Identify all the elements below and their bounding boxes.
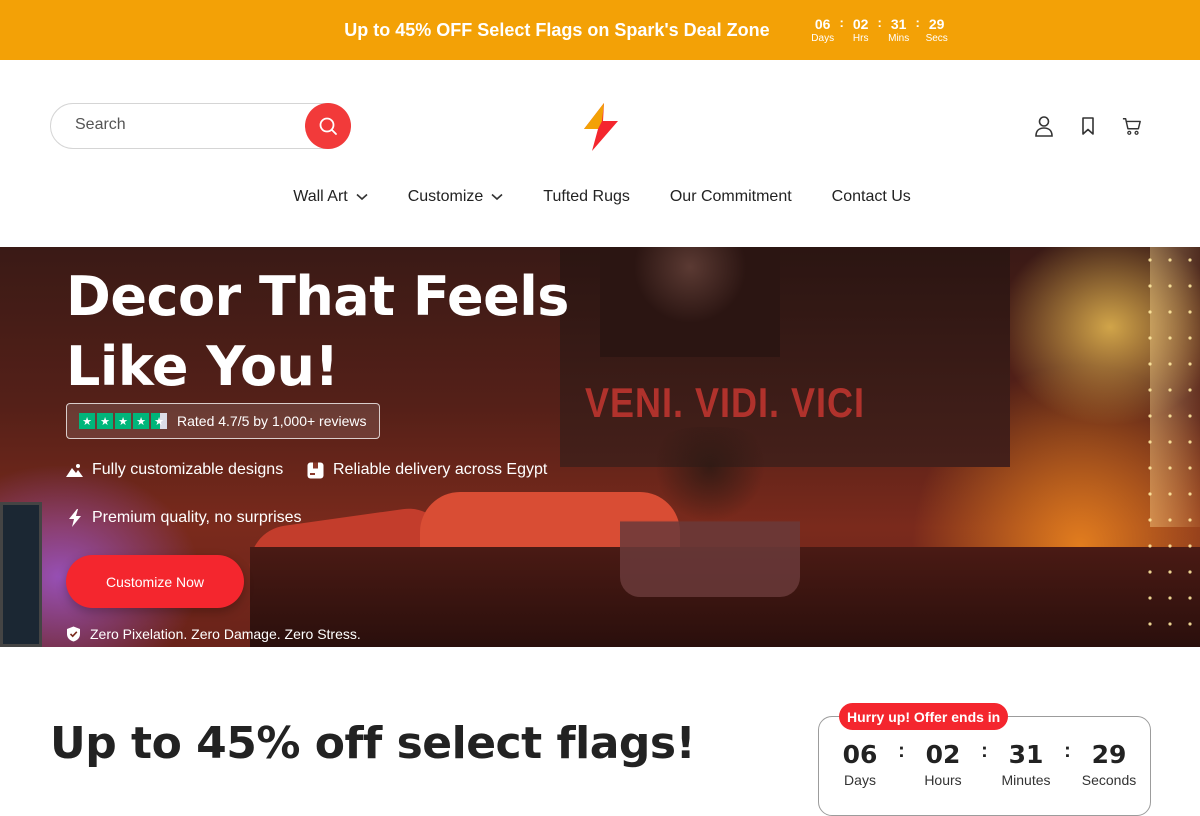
trustpilot-stars: ★ ★ ★ ★ ★ xyxy=(79,413,167,429)
user-icon xyxy=(1035,116,1053,137)
cart-button[interactable] xyxy=(1122,115,1142,137)
nav-item-label: Wall Art xyxy=(293,188,348,205)
feature-delivery: Reliable delivery across Egypt xyxy=(307,461,547,479)
countdown-hours: 02 Hrs xyxy=(846,15,876,45)
lightning-icon xyxy=(66,509,83,527)
countdown-days: 06 Days xyxy=(808,15,838,45)
countdown-separator: : xyxy=(1064,740,1071,762)
hero-person xyxy=(620,427,800,597)
nav-item-label: Our Commitment xyxy=(669,188,792,205)
sale-countdown: 06 Days : 02 Hours : 31 Minutes : 29 Sec… xyxy=(826,740,1144,788)
chevron-down-icon xyxy=(356,193,368,201)
feature-text: Fully customizable designs xyxy=(92,461,284,478)
countdown-separator: : xyxy=(898,740,905,762)
star-icon: ★ xyxy=(97,413,113,429)
countdown-value: 02 xyxy=(852,16,869,32)
countdown-minutes: 31 Minutes xyxy=(992,740,1060,788)
countdown-label: Days xyxy=(811,33,835,44)
wishlist-button[interactable] xyxy=(1078,115,1098,137)
nav-item-customize[interactable]: Customize xyxy=(408,188,504,206)
hero-title-line: Like You! xyxy=(66,335,339,398)
countdown-separator: : xyxy=(839,15,844,30)
feature-customizable: Fully customizable designs xyxy=(66,461,283,479)
countdown-value: 06 xyxy=(842,740,878,769)
countdown-value: 31 xyxy=(1008,740,1044,769)
countdown-label: Hours xyxy=(924,772,962,788)
package-icon xyxy=(307,462,324,479)
star-icon: ★ xyxy=(133,413,149,429)
hero-string-lights xyxy=(1140,247,1200,647)
countdown-minutes: 31 Mins xyxy=(884,15,914,45)
countdown-days: 06 Days xyxy=(826,740,894,788)
nav-item-wall-art[interactable]: Wall Art xyxy=(293,188,368,206)
announcement-bar: Up to 45% OFF Select Flags on Spark's De… xyxy=(0,0,1200,60)
countdown-value: 02 xyxy=(925,740,961,769)
hero-flag-motto: VENI. VIDI. VICI xyxy=(585,378,866,426)
cart-icon xyxy=(1122,118,1141,135)
hero-flag-artwork xyxy=(600,247,780,357)
account-button[interactable] xyxy=(1034,115,1054,137)
image-icon xyxy=(66,462,83,479)
countdown-value: 29 xyxy=(928,16,945,32)
countdown-value: 06 xyxy=(814,16,831,32)
countdown-label: Mins xyxy=(888,33,910,44)
header-actions xyxy=(1034,115,1142,137)
countdown-label: Secs xyxy=(925,33,948,44)
countdown-value: 29 xyxy=(1091,740,1127,769)
rating-text: Rated 4.7/5 by 1,000+ reviews xyxy=(177,413,367,429)
search-icon xyxy=(319,117,337,135)
spark-logo-icon[interactable] xyxy=(582,103,620,151)
countdown-hours: 02 Hours xyxy=(909,740,977,788)
nav-item-our-commitment[interactable]: Our Commitment xyxy=(670,188,792,206)
countdown-label: Hrs xyxy=(852,33,869,44)
guarantee-text: Zero Pixelation. Zero Damage. Zero Stres… xyxy=(90,626,361,642)
countdown-label: Days xyxy=(844,772,876,788)
announcement-countdown: 06 Days : 02 Hrs : 31 Mins : 29 Secs xyxy=(808,15,952,45)
site-header: Wall Art Customize Tufted Rugs Our Commi… xyxy=(0,60,1200,247)
main-nav: Wall Art Customize Tufted Rugs Our Commi… xyxy=(0,188,1200,206)
rating-badge: ★ ★ ★ ★ ★ Rated 4.7/5 by 1,000+ reviews xyxy=(66,403,380,439)
feature-text: Premium quality, no surprises xyxy=(92,509,302,526)
chevron-down-icon xyxy=(491,193,503,201)
search-button[interactable] xyxy=(305,103,351,149)
star-icon: ★ xyxy=(79,413,95,429)
hero-banner: VENI. VIDI. VICI Decor That Feels Like Y… xyxy=(0,247,1200,647)
countdown-separator: : xyxy=(915,15,920,30)
bookmark-icon xyxy=(1082,117,1094,135)
sale-heading: Up to 45% off select flags! xyxy=(50,718,696,769)
countdown-separator: : xyxy=(877,15,882,30)
nav-item-label: Tufted Rugs xyxy=(543,188,630,205)
hero-monitor xyxy=(0,502,42,647)
star-icon: ★ xyxy=(115,413,131,429)
search-input[interactable] xyxy=(75,116,295,134)
nav-item-contact-us[interactable]: Contact Us xyxy=(832,188,911,206)
nav-item-tufted-rugs[interactable]: Tufted Rugs xyxy=(543,188,630,206)
nav-item-label: Contact Us xyxy=(831,188,911,205)
search-bar xyxy=(50,103,351,149)
countdown-seconds: 29 Seconds xyxy=(1075,740,1143,788)
countdown-separator: : xyxy=(981,740,988,762)
countdown-value: 31 xyxy=(890,16,907,32)
countdown-label: Minutes xyxy=(1001,772,1051,788)
customize-now-button[interactable]: Customize Now xyxy=(66,555,244,608)
nav-item-label: Customize xyxy=(407,188,484,205)
hero-title: Decor That Feels Like You! xyxy=(66,262,569,402)
countdown-label: Seconds xyxy=(1081,772,1137,788)
shield-check-icon xyxy=(67,626,80,642)
hero-title-line: Decor That Feels xyxy=(66,265,569,328)
feature-text: Reliable delivery across Egypt xyxy=(333,461,548,478)
offer-ends-badge: Hurry up! Offer ends in xyxy=(839,703,1009,730)
countdown-seconds: 29 Secs xyxy=(922,15,952,45)
feature-quality: Premium quality, no surprises xyxy=(66,509,302,527)
announcement-text: Up to 45% OFF Select Flags on Spark's De… xyxy=(344,19,770,40)
half-star-icon: ★ xyxy=(151,413,167,429)
guarantee-line: Zero Pixelation. Zero Damage. Zero Stres… xyxy=(66,626,361,642)
